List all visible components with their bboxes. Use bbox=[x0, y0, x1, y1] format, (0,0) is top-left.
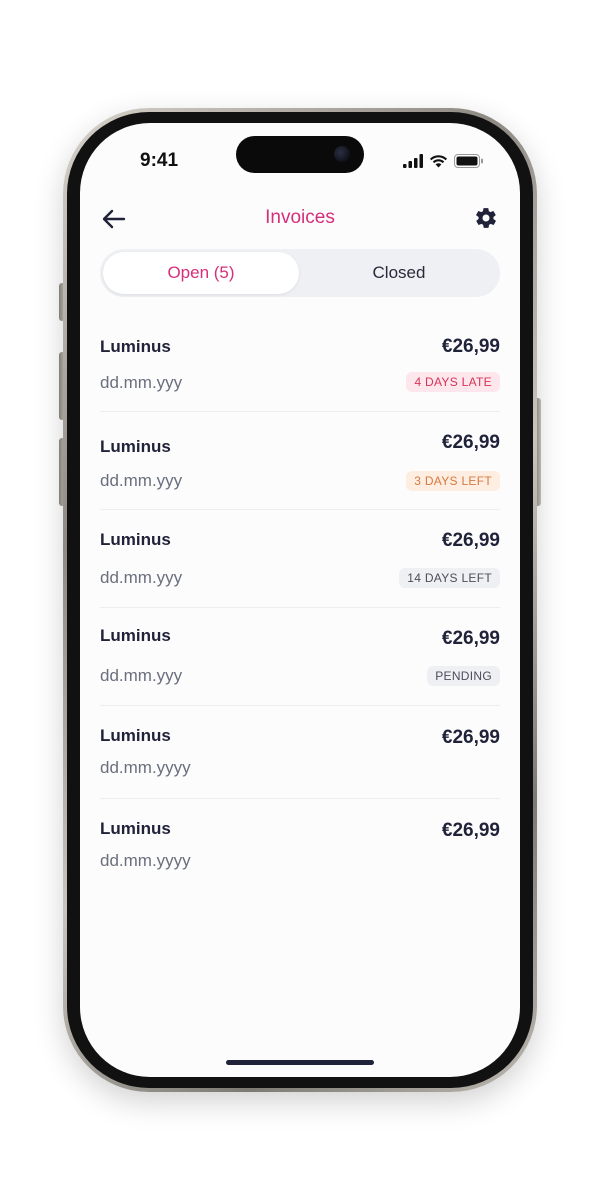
status-badge: 14 DAYS LEFT bbox=[399, 568, 500, 588]
status-badge: PENDING bbox=[427, 666, 500, 686]
invoice-date: dd.mm.yyy bbox=[100, 666, 183, 685]
invoice-amount: €26,99 bbox=[441, 336, 500, 357]
invoice-status-tabs: Open (5) Closed bbox=[100, 249, 500, 297]
invoice-name: Luminus bbox=[100, 819, 171, 838]
invoice-amount: €26,99 bbox=[441, 432, 500, 453]
invoice-amount: €26,99 bbox=[441, 628, 500, 649]
invoice-name: Luminus bbox=[100, 726, 171, 745]
home-indicator[interactable] bbox=[226, 1060, 374, 1065]
page-title: Invoices bbox=[265, 207, 335, 228]
invoice-list: Luminus €26,99 dd.mm.yyy 4 DAYS LATE Lum… bbox=[100, 321, 500, 891]
wifi-icon bbox=[429, 155, 448, 168]
cellular-signal-icon bbox=[403, 154, 423, 168]
invoice-name: Luminus bbox=[100, 626, 171, 645]
status-time: 9:41 bbox=[140, 150, 179, 171]
tab-open[interactable]: Open (5) bbox=[103, 252, 299, 294]
invoice-amount: €26,99 bbox=[441, 530, 500, 551]
invoice-date: dd.mm.yyy bbox=[100, 471, 183, 490]
invoice-name: Luminus bbox=[100, 437, 171, 456]
invoice-row[interactable]: Luminus €26,99 dd.mm.yyy 4 DAYS LATE bbox=[100, 321, 500, 412]
invoice-name: Luminus bbox=[100, 530, 171, 549]
invoice-date: dd.mm.yyyy bbox=[100, 851, 191, 870]
invoice-amount: €26,99 bbox=[441, 820, 500, 841]
invoice-row[interactable]: Luminus €26,99 dd.mm.yyyy bbox=[100, 799, 500, 891]
invoice-name: Luminus bbox=[100, 337, 171, 356]
mockup-stage: 9:41 Invoices Open (5) Closed Luminus €2… bbox=[0, 0, 600, 1200]
navigation-bar: Invoices bbox=[80, 201, 520, 241]
gear-icon bbox=[476, 208, 496, 228]
invoice-date: dd.mm.yyyy bbox=[100, 758, 191, 777]
status-icons bbox=[403, 153, 484, 169]
invoice-amount: €26,99 bbox=[441, 727, 500, 748]
invoice-date: dd.mm.yyy bbox=[100, 373, 183, 392]
settings-button[interactable] bbox=[472, 204, 500, 232]
tab-closed[interactable]: Closed bbox=[301, 252, 497, 294]
invoice-row[interactable]: Luminus €26,99 dd.mm.yyyy bbox=[100, 706, 500, 799]
invoice-row[interactable]: Luminus €26,99 dd.mm.yyy PENDING bbox=[100, 608, 500, 706]
phone-screen: 9:41 Invoices Open (5) Closed Luminus €2… bbox=[80, 123, 520, 1077]
status-badge: 3 DAYS LEFT bbox=[406, 471, 500, 491]
invoice-row[interactable]: Luminus €26,99 dd.mm.yyy 14 DAYS LEFT bbox=[100, 510, 500, 608]
dynamic-island bbox=[236, 136, 364, 173]
battery-icon bbox=[454, 154, 483, 168]
camera-icon bbox=[334, 146, 350, 162]
status-badge: 4 DAYS LATE bbox=[406, 372, 500, 392]
invoice-date: dd.mm.yyy bbox=[100, 568, 183, 587]
invoice-row[interactable]: Luminus €26,99 dd.mm.yyy 3 DAYS LEFT bbox=[100, 412, 500, 510]
